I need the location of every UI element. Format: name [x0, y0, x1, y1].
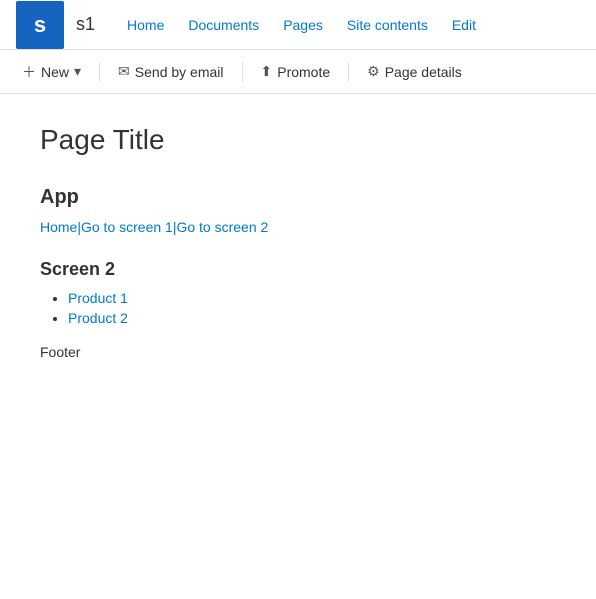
- gear-icon: ⚙: [367, 63, 380, 80]
- footer-text: Footer: [40, 344, 556, 360]
- nav-pages[interactable]: Pages: [271, 0, 335, 50]
- breadcrumb-home[interactable]: Home: [40, 219, 77, 235]
- promote-button[interactable]: ⬆ Promote: [251, 57, 341, 86]
- nav-edit[interactable]: Edit: [440, 0, 488, 50]
- command-bar: ＋ New ▾ ✉ Send by email ⬆ Promote ⚙ Page…: [0, 50, 596, 94]
- plus-icon: ＋: [22, 62, 36, 82]
- screen2-heading: Screen 2: [40, 259, 556, 280]
- app-heading: App: [40, 186, 556, 209]
- product-2-link[interactable]: Product 2: [68, 310, 128, 326]
- main-content: Page Title App Home |Go to screen 1 |Go …: [0, 94, 596, 390]
- mail-icon: ✉: [118, 63, 130, 80]
- page-details-button[interactable]: ⚙ Page details: [357, 57, 472, 86]
- breadcrumb-nav: Home |Go to screen 1 |Go to screen 2: [40, 219, 556, 235]
- nav-documents[interactable]: Documents: [176, 0, 271, 50]
- send-email-label: Send by email: [135, 64, 224, 80]
- send-email-button[interactable]: ✉ Send by email: [108, 57, 233, 86]
- promote-label: Promote: [277, 64, 330, 80]
- site-logo: s: [16, 1, 64, 49]
- new-button[interactable]: ＋ New ▾: [12, 56, 91, 88]
- site-name: s1: [76, 14, 95, 35]
- nav-site-contents[interactable]: Site contents: [335, 0, 440, 50]
- separator-3: [348, 62, 349, 82]
- breadcrumb-screen1[interactable]: |Go to screen 1: [77, 219, 172, 235]
- page-details-label: Page details: [385, 64, 462, 80]
- top-bar: s s1 Home Documents Pages Site contents …: [0, 0, 596, 50]
- breadcrumb-screen2-link[interactable]: |Go to screen 2: [173, 219, 268, 235]
- page-title: Page Title: [40, 124, 556, 156]
- nav-home[interactable]: Home: [115, 0, 176, 50]
- separator-1: [99, 62, 100, 82]
- product-list: Product 1 Product 2: [40, 290, 556, 326]
- promote-icon: ⬆: [261, 63, 273, 80]
- top-nav: Home Documents Pages Site contents Edit: [115, 0, 488, 50]
- site-logo-letter: s: [34, 12, 46, 38]
- separator-2: [242, 62, 243, 82]
- product-1-link[interactable]: Product 1: [68, 290, 128, 306]
- list-item: Product 2: [68, 310, 556, 326]
- chevron-down-icon: ▾: [74, 63, 81, 80]
- list-item: Product 1: [68, 290, 556, 306]
- new-label: New: [41, 64, 69, 80]
